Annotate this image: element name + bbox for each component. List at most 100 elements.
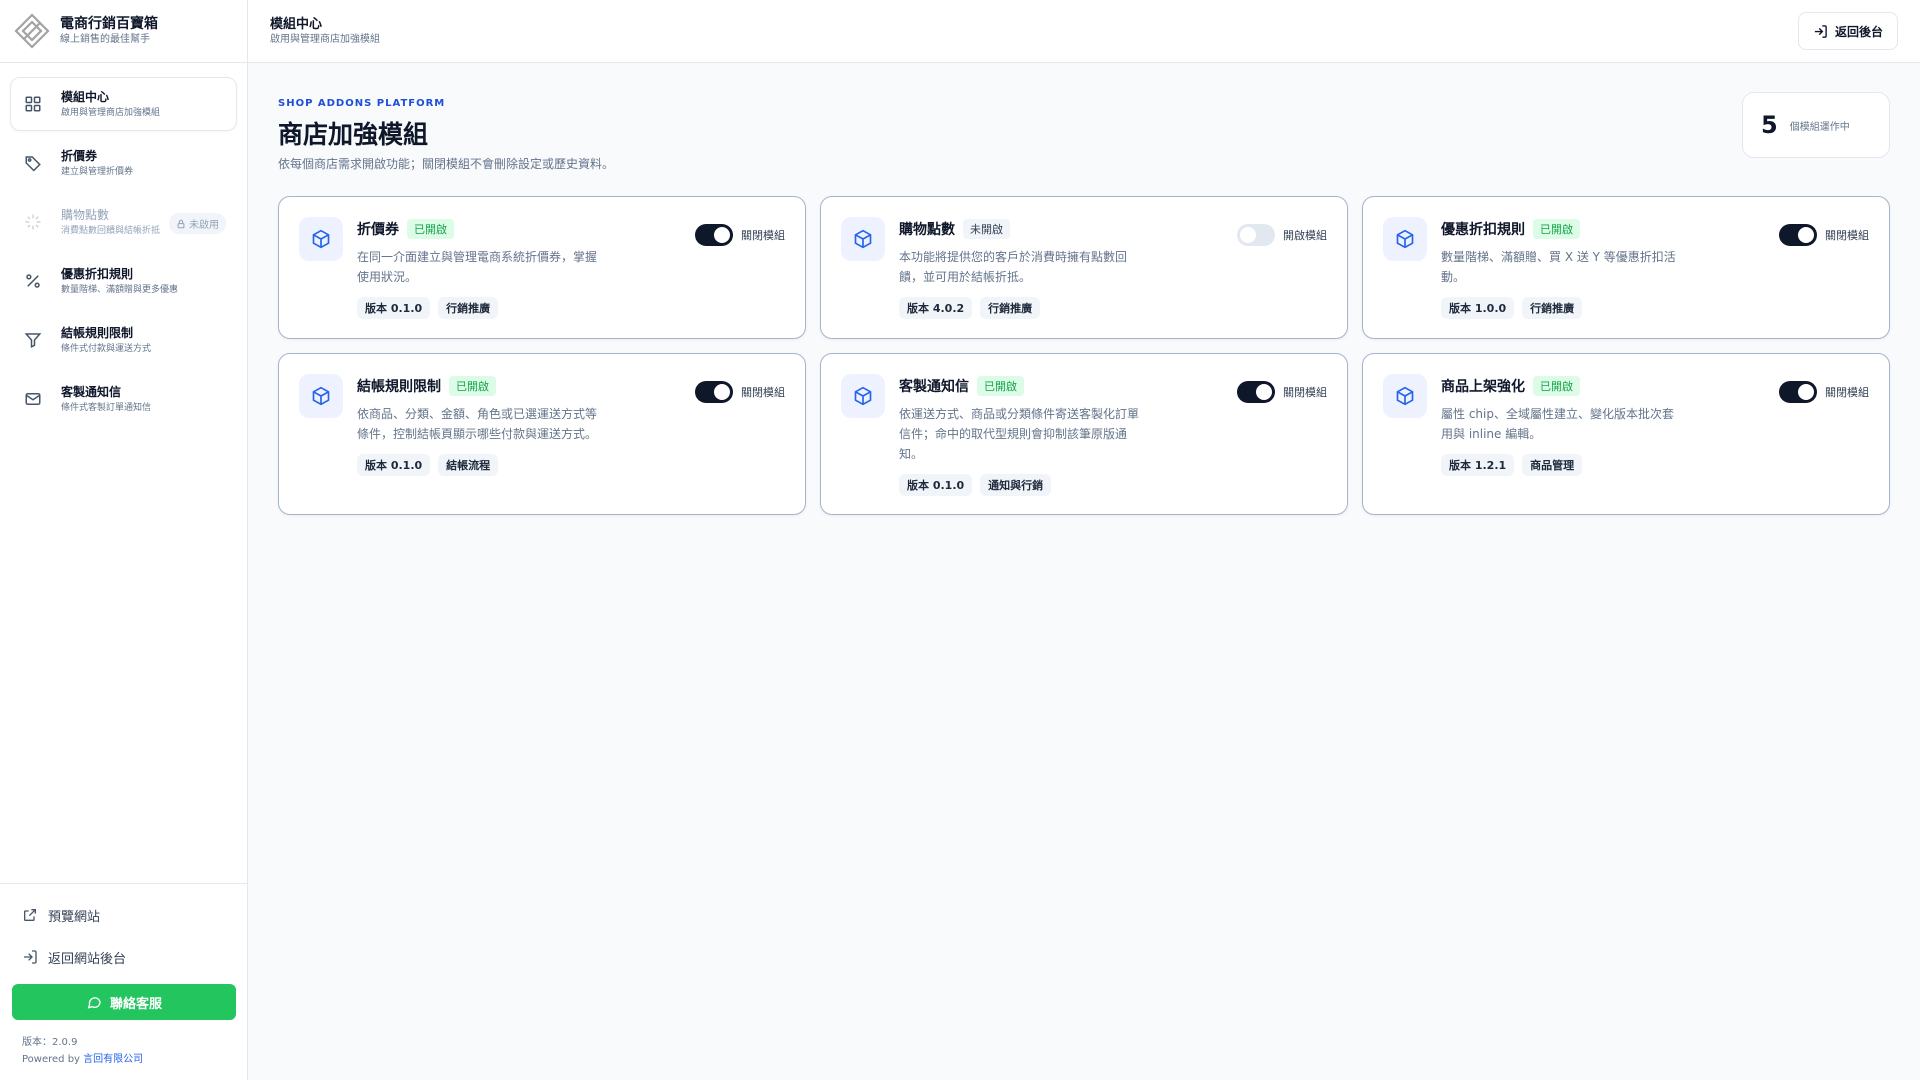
toggle-switch[interactable]	[695, 381, 733, 403]
toggle-label: 關閉模組	[1825, 229, 1869, 242]
module-tags: 版本 0.1.0 結帳流程	[357, 454, 647, 476]
status-badge: 已開啟	[977, 376, 1024, 396]
module-toggle[interactable]: 關閉模組	[1237, 381, 1327, 403]
toggle-switch[interactable]	[695, 224, 733, 246]
module-title: 客製通知信	[899, 379, 969, 395]
main-content: SHOP ADDONS PLATFORM 商店加強模組 依每個商店需求開啟功能；…	[278, 63, 1890, 515]
sidebar-item-checkout-rules[interactable]: 結帳規則限制 條件式付款與運送方式	[10, 313, 237, 367]
toggle-switch[interactable]	[1237, 224, 1275, 246]
category-tag: 行銷推廣	[438, 297, 499, 319]
grid-icon	[23, 94, 43, 114]
module-card-body: 折價券 已開啟 在同一介面建立與管理電商系統折價券，掌握使用狀況。 版本 0.1…	[357, 217, 647, 320]
filter-icon	[23, 330, 43, 350]
module-card-head: 優惠折扣規則 已開啟	[1441, 219, 1731, 239]
back-to-site-admin-link[interactable]: 返回網站後台	[12, 936, 236, 978]
sidebar-item-label: 模組中心	[61, 89, 110, 104]
disabled-badge-label: 未啟用	[189, 220, 219, 231]
module-card-body: 商品上架強化 已開啟 屬性 chip、全域屬性建立、變化版本批次套用與 inli…	[1441, 374, 1731, 496]
category-tag: 行銷推廣	[1522, 297, 1583, 319]
sidebar-footer: 預覽網站 返回網站後台 聯絡客服 版本：2.0.9 Powered by 言回有…	[0, 883, 248, 1080]
topbar: 模組中心 啟用與管理商店加強模組 返回後台	[248, 0, 1920, 63]
module-card-body: 優惠折扣規則 已開啟 數量階梯、滿額贈、買 X 送 Y 等優惠折扣活動。 版本 …	[1441, 217, 1731, 320]
sidebar-item-label: 客製通知信	[61, 384, 122, 399]
toggle-switch[interactable]	[1779, 381, 1817, 403]
module-card-body: 客製通知信 已開啟 依運送方式、商品或分類條件寄送客製化訂單信件；命中的取代型規…	[899, 374, 1189, 496]
sidebar-item-label: 折價券	[61, 148, 98, 163]
module-title: 商品上架強化	[1441, 379, 1525, 395]
brand-title: 電商行銷百寶箱	[60, 16, 158, 32]
preview-site-label: 預覽網站	[48, 909, 101, 925]
app-version: 版本：2.0.9	[22, 1037, 78, 1048]
module-description: 在同一介面建立與管理電商系統折價券，掌握使用狀況。	[357, 250, 598, 284]
active-modules-count: 5	[1761, 111, 1778, 139]
module-tags: 版本 4.0.2 行銷推廣	[899, 297, 1189, 319]
percent-icon	[23, 271, 43, 291]
toggle-label: 關閉模組	[1825, 386, 1869, 399]
category-tag: 通知與行銷	[980, 474, 1052, 496]
sidebar-item-label: 購物點數	[61, 207, 110, 222]
sidebar-item-sub: 消費點數回饋與結帳折抵	[61, 225, 161, 236]
module-toggle[interactable]: 關閉模組	[695, 381, 785, 403]
brand[interactable]: 電商行銷百寶箱 線上銷售的最佳幫手	[0, 0, 247, 63]
package-icon	[841, 217, 885, 261]
module-description: 本功能將提供您的客戶於消費時擁有點數回饋，並可用於結帳折抵。	[899, 250, 1128, 284]
module-description: 依商品、分類、金額、角色或已選運送方式等條件，控制結帳頁顯示哪些付款與運送方式。	[357, 407, 598, 441]
powered-by-prefix: Powered by	[22, 1054, 80, 1065]
toggle-label: 關閉模組	[741, 386, 785, 399]
toggle-switch[interactable]	[1237, 381, 1275, 403]
sidebar-item-points[interactable]: 購物點數 消費點數回饋與結帳折抵 未啟用	[10, 195, 237, 249]
module-toggle[interactable]: 關閉模組	[695, 224, 785, 246]
module-title: 結帳規則限制	[357, 379, 441, 395]
external-link-icon	[24, 909, 36, 921]
module-card-discount-rules: 優惠折扣規則 已開啟 數量階梯、滿額贈、買 X 送 Y 等優惠折扣活動。 版本 …	[1362, 196, 1890, 339]
toggle-switch[interactable]	[1779, 224, 1817, 246]
module-description: 依運送方式、商品或分類條件寄送客製化訂單信件；命中的取代型規則會抑制該筆原版通知…	[899, 407, 1140, 461]
status-badge: 已開啟	[1533, 376, 1580, 396]
back-to-admin-button[interactable]: 返回後台	[1797, 12, 1898, 50]
sidebar-item-module-center[interactable]: 模組中心 啟用與管理商店加強模組	[10, 77, 237, 131]
module-tags: 版本 0.1.0 通知與行銷	[899, 474, 1189, 496]
module-title: 折價券	[357, 222, 399, 238]
brand-logo-icon	[14, 13, 50, 49]
version-info: 版本：2.0.9 Powered by 言回有限公司	[12, 1034, 236, 1068]
chat-icon	[87, 997, 101, 1009]
module-card-body: 結帳規則限制 已開啟 依商品、分類、金額、角色或已選運送方式等條件，控制結帳頁顯…	[357, 374, 647, 496]
page-description: 依每個商店需求開啟功能；關閉模組不會刪除設定或歷史資料。	[278, 157, 615, 171]
company-link[interactable]: 言回有限公司	[83, 1054, 143, 1065]
sidebar-item-label: 結帳規則限制	[61, 325, 134, 340]
module-card-notification-email: 客製通知信 已開啟 依運送方式、商品或分類條件寄送客製化訂單信件；命中的取代型規…	[820, 353, 1348, 515]
contact-support-button[interactable]: 聯絡客服	[12, 984, 236, 1020]
back-to-site-admin-label: 返回網站後台	[48, 951, 127, 967]
module-toggle[interactable]: 關閉模組	[1779, 224, 1869, 246]
topbar-title: 模組中心	[270, 16, 323, 32]
powered-by: Powered by 言回有限公司	[22, 1051, 236, 1068]
brand-subtitle: 線上銷售的最佳幫手	[60, 34, 150, 45]
sidebar-item-sub: 條件式客製訂單通知信	[61, 402, 152, 413]
status-badge: 未開啟	[963, 219, 1010, 239]
sidebar-item-coupons[interactable]: 折價券 建立與管理折價券	[10, 136, 237, 190]
sidebar-item-label: 優惠折扣規則	[61, 266, 134, 281]
sidebar-item-notification-email[interactable]: 客製通知信 條件式客製訂單通知信	[10, 372, 237, 426]
disabled-badge: 未啟用	[169, 213, 226, 234]
preview-site-link[interactable]: 預覽網站	[12, 894, 236, 936]
version-tag: 版本 0.1.0	[899, 474, 973, 496]
status-badge: 已開啟	[1533, 219, 1580, 239]
lock-icon	[177, 219, 185, 228]
toggle-label: 開啟模組	[1283, 229, 1327, 242]
module-card-head: 客製通知信 已開啟	[899, 376, 1189, 396]
category-tag: 行銷推廣	[980, 297, 1041, 319]
module-card-body: 購物點數 未開啟 本功能將提供您的客戶於消費時擁有點數回饋，並可用於結帳折抵。 …	[899, 217, 1189, 320]
tag-icon	[23, 153, 43, 173]
module-toggle[interactable]: 關閉模組	[1779, 381, 1869, 403]
toggle-label: 關閉模組	[741, 229, 785, 242]
sidebar-item-discount-rules[interactable]: 優惠折扣規則 數量階梯、滿額贈與更多優惠	[10, 254, 237, 308]
sparkle-icon	[23, 212, 43, 232]
package-icon	[299, 217, 343, 261]
topbar-subtitle: 啟用與管理商店加強模組	[270, 33, 380, 45]
module-card-head: 購物點數 未開啟	[899, 219, 1189, 239]
mail-icon	[23, 389, 43, 409]
back-to-admin-label: 返回後台	[1834, 24, 1883, 39]
status-badge: 已開啟	[407, 219, 454, 239]
module-toggle[interactable]: 開啟模組	[1237, 224, 1327, 246]
package-icon	[299, 374, 343, 418]
